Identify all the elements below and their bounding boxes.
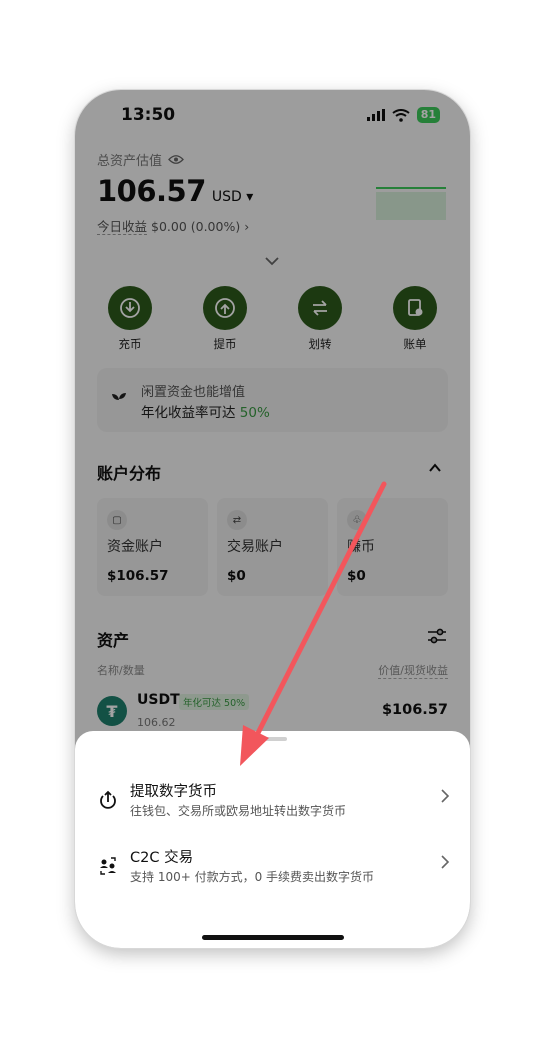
annotation-arrow — [240, 481, 387, 766]
